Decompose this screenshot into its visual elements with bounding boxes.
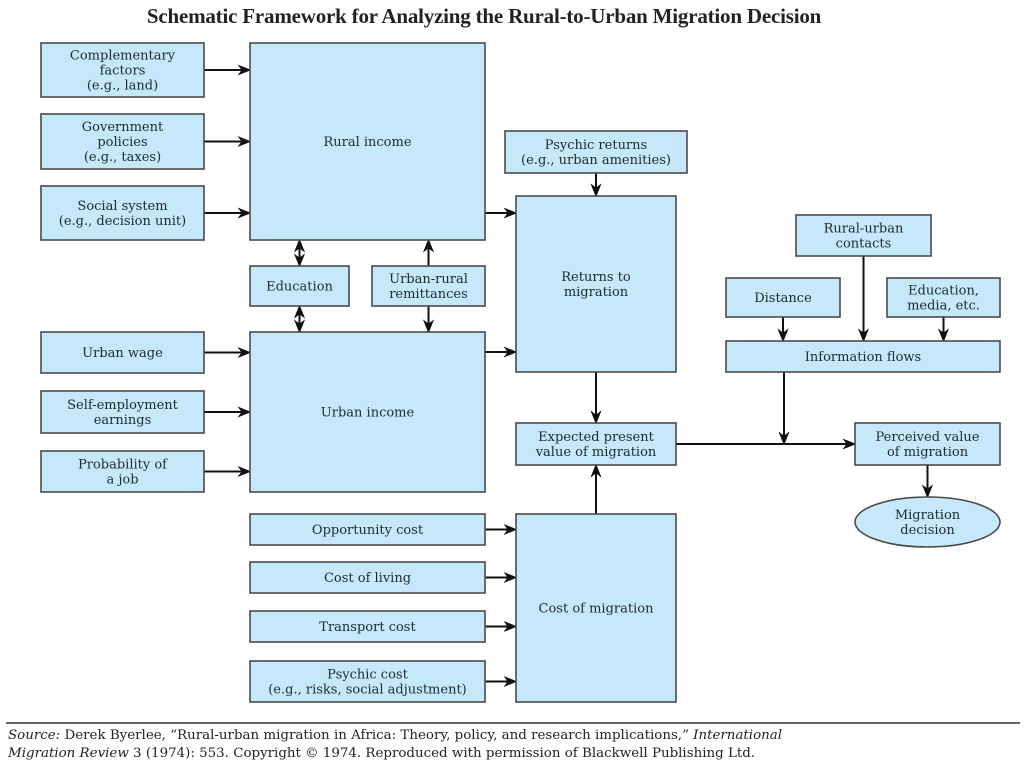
node-label-line: Urban wage <box>82 346 163 361</box>
node-label-line: remittances <box>389 287 468 302</box>
node-urban-income: Urban income <box>249 331 486 493</box>
node-social: Social system(e.g., decision unit) <box>40 185 205 241</box>
node-information-flows: Information flows <box>725 340 1001 373</box>
node-returns-migration: Returns tomigration <box>515 195 677 373</box>
node-label-line: (e.g., risks, social adjustment) <box>268 683 467 698</box>
node-label-line: a job <box>106 473 138 488</box>
node-label-line: Distance <box>754 291 812 306</box>
node-label-line: Cost of migration <box>539 602 655 617</box>
node-label-line: Government <box>82 120 164 135</box>
node-label-line: migration <box>564 285 629 300</box>
node-label-line: Probability of <box>78 458 168 473</box>
node-label-line: decision <box>900 523 955 538</box>
node-label-line: Education, <box>908 284 979 299</box>
node-label-line: contacts <box>836 237 892 252</box>
node-label-line: Rural income <box>323 135 411 150</box>
node-label-line: Migration <box>895 508 961 523</box>
source-citation: Source: Derek Byerlee, “Rural-urban migr… <box>8 727 1018 763</box>
node-urban-wage: Urban wage <box>40 331 205 374</box>
node-label-line: Social system <box>77 199 167 214</box>
node-education: Education <box>249 265 350 307</box>
node-rural-income: Rural income <box>249 42 486 241</box>
node-remittances: Urban-ruralremittances <box>371 265 486 307</box>
node-label-line: Perceived value <box>875 430 979 445</box>
node-self-employment: Self-employmentearnings <box>40 390 205 434</box>
node-label-line: Complementary <box>70 49 176 64</box>
source-text-1: Derek Byerlee, “Rural-urban migration in… <box>60 728 694 743</box>
node-label-line: Information flows <box>805 350 921 365</box>
node-label-line: (e.g., land) <box>87 79 158 94</box>
source-label: Source: <box>8 728 61 743</box>
node-label-line: Education <box>266 280 333 295</box>
node-government: Governmentpolicies(e.g., taxes) <box>40 113 205 170</box>
node-label-line: Urban-rural <box>389 272 468 287</box>
node-label-line: policies <box>97 135 147 150</box>
node-label-line: Cost of living <box>324 571 411 586</box>
node-label-line: value of migration <box>535 445 657 460</box>
node-label-line: (e.g., taxes) <box>84 150 161 165</box>
node-label-line: (e.g., urban amenities) <box>521 153 671 168</box>
node-rural-urban-contacts: Rural-urbancontacts <box>795 214 932 257</box>
node-label-line: Psychic returns <box>545 138 647 153</box>
node-label-line: Expected present <box>538 430 654 445</box>
source-divider <box>6 722 1020 724</box>
node-probability-job: Probability ofa job <box>40 450 205 493</box>
node-complementary: Complementaryfactors(e.g., land) <box>40 42 205 98</box>
node-expected-pv: Expected presentvalue of migration <box>515 422 677 466</box>
node-label-line: Urban income <box>321 406 415 421</box>
node-label-line: media, etc. <box>907 299 980 314</box>
node-label-line: Returns to <box>561 270 631 285</box>
node-perceived-value: Perceived valueof migration <box>854 422 1001 466</box>
flow-diagram: Complementaryfactors(e.g., land) Governme… <box>40 42 1001 703</box>
node-label-line: Opportunity cost <box>312 523 424 538</box>
node-label-line: Rural-urban <box>824 222 904 237</box>
source-journal-1: International <box>693 728 783 743</box>
node-label-line: earnings <box>94 413 152 428</box>
node-cost-living: Cost of living <box>249 561 486 594</box>
node-psychic-cost: Psychic cost(e.g., risks, social adjustm… <box>249 660 486 703</box>
node-label-line: (e.g., decision unit) <box>59 214 186 229</box>
node-label-line: Psychic cost <box>327 668 408 683</box>
node-label-line: factors <box>100 64 146 79</box>
node-distance: Distance <box>725 277 841 318</box>
node-opportunity-cost: Opportunity cost <box>249 513 486 546</box>
node-migration-decision: Migrationdecision <box>854 496 1001 548</box>
node-cost-migration: Cost of migration <box>515 513 677 703</box>
node-psychic-returns: Psychic returns(e.g., urban amenities) <box>504 130 688 174</box>
node-label-line: of migration <box>887 445 969 460</box>
node-education-media: Education,media, etc. <box>886 277 1001 318</box>
source-journal-2: Migration Review <box>8 746 129 761</box>
node-transport-cost: Transport cost <box>249 610 486 643</box>
node-label-line: Transport cost <box>319 620 416 635</box>
node-label-line: Self-employment <box>67 398 179 413</box>
source-text-2: 3 (1974): 553. Copyright © 1974. Reprodu… <box>128 746 756 761</box>
